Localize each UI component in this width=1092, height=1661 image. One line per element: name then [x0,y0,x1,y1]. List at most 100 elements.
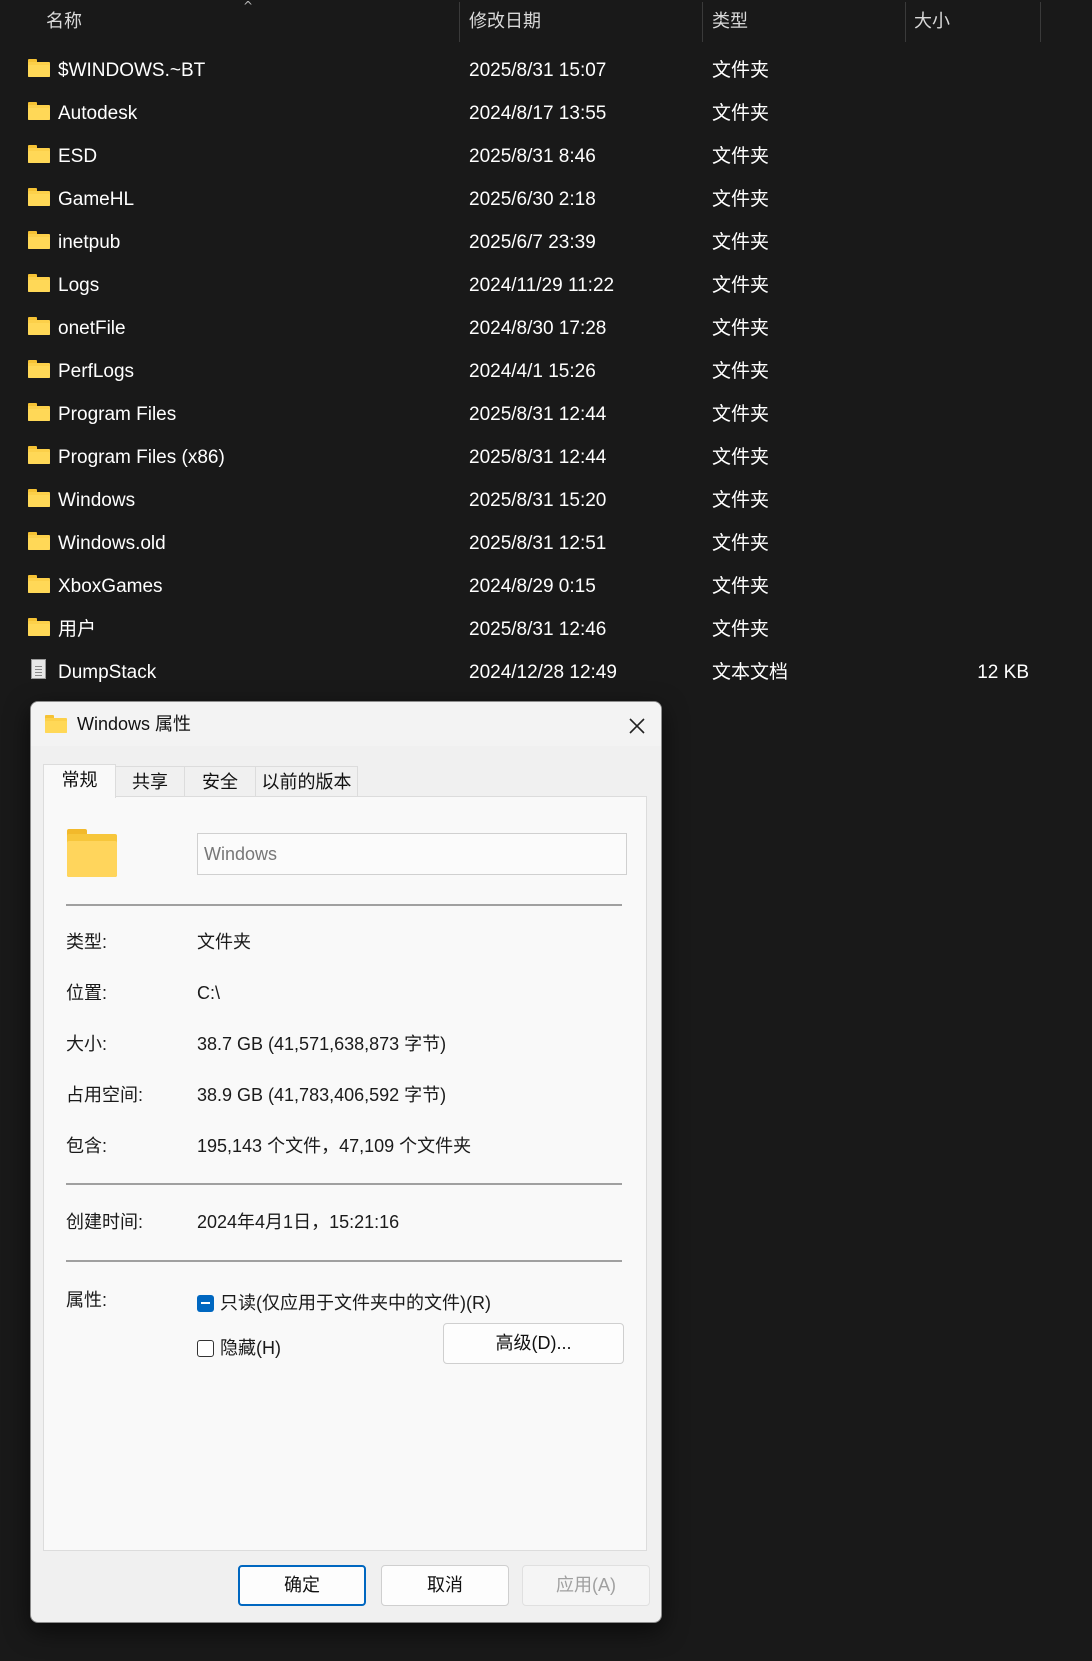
created-value: 2024年4月1日，15:21:16 [197,1212,400,1232]
file-name: PerfLogs [58,361,135,382]
file-date: 2025/6/7 23:39 [469,232,596,253]
dialog-title: Windows 属性 [77,714,192,734]
file-name: GameHL [58,189,135,210]
general-tab-panel: Windows 类型: 文件夹 位置: C:\ 大小: 38.7 GB (41,… [43,796,647,1551]
size-on-disk-value: 38.9 GB (41,783,406,592 字节) [197,1085,447,1105]
file-date: 2024/8/30 17:28 [469,318,607,339]
file-type: 文件夹 [712,490,770,511]
file-date: 2025/8/31 8:46 [469,146,596,167]
column-header-date[interactable]: 修改日期 [469,0,541,42]
hidden-checkbox[interactable] [197,1340,214,1357]
file-name: Program Files [58,404,177,425]
folder-icon [28,403,50,421]
folder-icon [28,489,50,507]
readonly-checkbox[interactable] [197,1295,214,1312]
file-name: ESD [58,146,98,167]
location-value: C:\ [197,983,221,1003]
file-type: 文件夹 [712,103,770,124]
file-row[interactable]: PerfLogs 2024/4/1 15:26 文件夹 [0,350,1092,393]
created-label: 创建时间: [66,1212,144,1232]
folder-icon [28,59,50,77]
file-row[interactable]: ESD 2025/8/31 8:46 文件夹 [0,135,1092,178]
file-date: 2024/11/29 11:22 [469,275,615,296]
file-type: 文件夹 [712,447,770,468]
close-button[interactable] [613,702,661,746]
folder-icon [28,446,50,464]
tab-general[interactable]: 常规 [43,764,116,798]
file-row[interactable]: Program Files (x86) 2025/8/31 12:44 文件夹 [0,436,1092,479]
folder-icon [28,231,50,249]
attributes-label: 属性: [66,1290,108,1310]
file-row[interactable]: $WINDOWS.~BT 2025/8/31 15:07 文件夹 [0,49,1092,92]
folder-icon [28,145,50,163]
file-date: 2025/8/31 12:46 [469,619,607,640]
contains-label: 包含: [66,1136,108,1156]
folder-icon [28,102,50,120]
divider [66,904,622,906]
file-type: 文件夹 [712,60,770,81]
tab-previous-versions[interactable]: 以前的版本 [255,766,358,796]
file-type: 文本文档 [712,662,789,683]
file-row[interactable]: inetpub 2025/6/7 23:39 文件夹 [0,221,1092,264]
dialog-titlebar[interactable]: Windows 属性 [31,702,661,746]
size-value: 38.7 GB (41,571,638,873 字节) [197,1034,447,1054]
advanced-button[interactable]: 高级(D)... [443,1323,624,1364]
type-label: 类型: [66,932,108,952]
folder-icon [28,532,50,550]
cancel-button[interactable]: 取消 [381,1565,509,1606]
file-row[interactable]: GameHL 2025/6/30 2:18 文件夹 [0,178,1092,221]
folder-icon [28,618,50,636]
file-name: Windows [58,490,136,511]
file-type: 文件夹 [712,404,770,425]
file-name: DumpStack [58,662,157,683]
file-name: inetpub [58,232,121,253]
file-row[interactable]: XboxGames 2024/8/29 0:15 文件夹 [0,565,1092,608]
file-row[interactable]: Autodesk 2024/8/17 13:55 文件夹 [0,92,1092,135]
file-row[interactable]: 用户 2025/8/31 12:46 文件夹 [0,608,1092,651]
folder-name-field[interactable]: Windows [197,833,627,875]
file-type: 文件夹 [712,318,770,339]
file-row[interactable]: DumpStack 2024/12/28 12:49 文本文档 12 KB [0,651,1092,694]
file-name: Autodesk [58,103,138,124]
column-divider[interactable] [1040,2,1041,42]
column-header-size[interactable]: 大小 [914,0,950,42]
column-divider[interactable] [905,2,906,42]
tab-security[interactable]: 安全 [184,766,256,796]
file-type: 文件夹 [712,576,770,597]
file-type: 文件夹 [712,619,770,640]
file-row[interactable]: Program Files 2025/8/31 12:44 文件夹 [0,393,1092,436]
file-name: $WINDOWS.~BT [58,60,206,81]
column-divider[interactable] [702,2,703,42]
file-type: 文件夹 [712,189,770,210]
folder-icon [45,715,67,733]
apply-button[interactable]: 应用(A) [522,1565,650,1606]
file-name: Program Files (x86) [58,447,225,468]
column-header-type[interactable]: 类型 [712,0,748,42]
column-divider[interactable] [459,2,460,42]
tab-sharing[interactable]: 共享 [115,766,185,796]
folder-icon [28,360,50,378]
hidden-label[interactable]: 隐藏(H) [220,1336,281,1360]
type-value: 文件夹 [197,932,251,952]
file-row[interactable]: Logs 2024/11/29 11:22 文件夹 [0,264,1092,307]
file-type: 文件夹 [712,533,770,554]
size-on-disk-label: 占用空间: [66,1085,144,1105]
file-date: 2025/8/31 15:20 [469,490,607,511]
file-name: onetFile [58,318,126,339]
folder-icon [28,575,50,593]
column-header-name[interactable]: 名称 [46,0,82,42]
file-name: XboxGames [58,576,163,597]
divider [66,1183,622,1185]
file-row[interactable]: Windows 2025/8/31 15:20 文件夹 [0,479,1092,522]
file-row[interactable]: onetFile 2024/8/30 17:28 文件夹 [0,307,1092,350]
file-name: Logs [58,275,100,296]
file-date: 2024/8/17 13:55 [469,103,607,124]
contains-value: 195,143 个文件，47,109 个文件夹 [197,1136,472,1156]
close-icon [629,718,645,734]
file-row[interactable]: Windows.old 2025/8/31 12:51 文件夹 [0,522,1092,565]
folder-icon [28,317,50,335]
properties-dialog: Windows 属性 常规 共享 安全 以前的版本 Windows 类型: 文件… [30,701,662,1623]
readonly-label[interactable]: 只读(仅应用于文件夹中的文件)(R) [220,1291,491,1315]
file-date: 2025/8/31 12:44 [469,404,607,425]
ok-button[interactable]: 确定 [238,1565,366,1606]
